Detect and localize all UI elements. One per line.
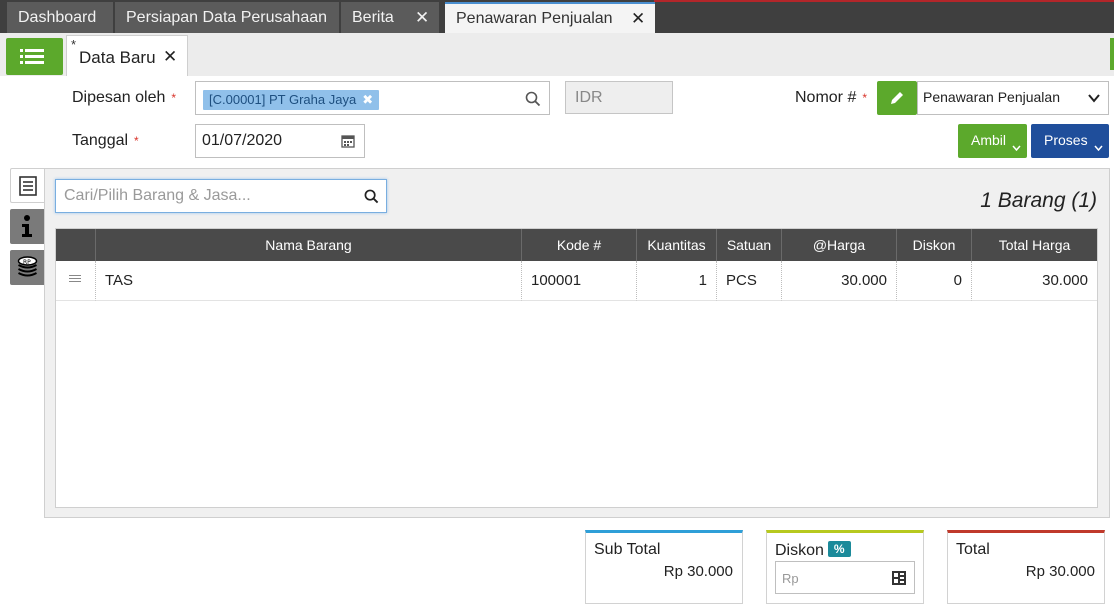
close-icon[interactable]: ✕ [631,4,645,33]
item-count: 1 Barang (1) [980,189,1097,212]
cell-total[interactable]: 30.000 [972,261,1097,301]
side-tab-items[interactable] [10,168,45,203]
search-icon[interactable] [525,91,541,107]
tab-data-baru[interactable]: * Data Baru ✕ [66,35,188,76]
pencil-icon [891,92,903,104]
side-tab-payment[interactable]: RP [10,250,45,285]
diskon-box: Diskon% Rp [766,530,924,604]
edit-number-button[interactable] [877,81,917,115]
cell-nama[interactable]: TAS [96,261,522,301]
col-kode[interactable]: Kode # [522,229,637,261]
tab-persiapan-data[interactable]: Persiapan Data Perusahaan [115,2,339,33]
customer-chip: [C.00001] PT Graha Jaya ✖ [203,90,380,110]
top-tab-bar: Dashboard Persiapan Data Perusahaan Beri… [0,0,1114,33]
tab-label: Penawaran Penjualan [456,10,613,27]
tanggal-label: Tanggal * [72,132,139,149]
search-icon[interactable] [364,189,379,204]
calculator-icon[interactable] [892,571,906,585]
coins-icon: RP [17,256,38,277]
edge-button[interactable] [1110,38,1114,70]
col-diskon[interactable]: Diskon [897,229,972,261]
percent-toggle[interactable]: % [827,541,851,557]
diskon-label: Diskon% [775,541,851,560]
nomor-label: Nomor # * [795,89,868,106]
list-icon [20,49,44,52]
side-tab-info[interactable] [10,209,45,244]
col-satuan[interactable]: Satuan [717,229,782,261]
chevron-down-icon [1012,145,1021,151]
cell-diskon[interactable]: 0 [897,261,972,301]
sub-total-box: Sub Total Rp 30.000 [585,530,743,604]
tab-dashboard[interactable]: Dashboard [7,2,113,33]
tab-berita[interactable]: Berita ✕ [341,2,439,33]
chevron-down-icon [1094,145,1103,151]
total-box: Total Rp 30.000 [947,530,1105,604]
svg-text:RP: RP [23,259,31,266]
col-total-harga[interactable]: Total Harga [972,229,1097,261]
items-panel: Cari/Pilih Barang & Jasa... 1 Barang (1)… [44,168,1110,518]
list-document-icon [19,176,37,196]
tanggal-field[interactable]: 01/07/2020 [195,124,365,158]
cell-satuan[interactable]: PCS [717,261,782,301]
document-tab-row: * Data Baru ✕ [0,33,1114,76]
tab-label: Data Baru [79,48,156,67]
unsaved-mark: * [71,37,77,52]
col-nama-barang[interactable]: Nama Barang [96,229,522,261]
close-icon[interactable]: ✕ [415,2,429,33]
close-icon[interactable]: ✕ [163,47,177,67]
tab-label: Berita [352,9,394,26]
table-header: Nama Barang Kode # Kuantitas Satuan @Har… [56,229,1097,261]
item-search-input[interactable]: Cari/Pilih Barang & Jasa... [55,179,387,213]
tab-penawaran-penjualan[interactable]: Penawaran Penjualan ✕ [445,2,655,33]
items-table: Nama Barang Kode # Kuantitas Satuan @Har… [55,228,1098,508]
remove-chip-icon[interactable]: ✖ [362,92,373,107]
cell-kuantitas[interactable]: 1 [637,261,717,301]
currency-field: IDR [565,81,673,114]
chevron-down-icon [1088,94,1100,103]
proses-button[interactable]: Proses [1031,124,1109,158]
col-harga[interactable]: @Harga [782,229,897,261]
cell-harga[interactable]: 30.000 [782,261,897,301]
list-menu-button[interactable] [6,38,63,75]
ambil-button[interactable]: Ambil [958,124,1027,158]
total-value: Rp 30.000 [1025,563,1095,580]
info-icon [22,215,32,237]
sub-total-value: Rp 30.000 [663,563,733,580]
cell-kode[interactable]: 100001 [522,261,637,301]
sub-total-label: Sub Total [594,541,661,558]
calendar-icon[interactable] [341,134,355,148]
customer-field[interactable]: [C.00001] PT Graha Jaya ✖ [195,81,550,115]
tab-label: Persiapan Data Perusahaan [126,9,328,26]
drag-handle-icon[interactable] [56,261,96,301]
total-label: Total [956,541,990,558]
dipesan-oleh-label: Dipesan oleh * [72,89,177,106]
nomor-type-select[interactable]: Penawaran Penjualan [917,81,1109,115]
diskon-input[interactable]: Rp [775,561,915,594]
col-kuantitas[interactable]: Kuantitas [637,229,717,261]
tab-label: Dashboard [18,9,97,26]
tanggal-value: 01/07/2020 [202,132,283,149]
